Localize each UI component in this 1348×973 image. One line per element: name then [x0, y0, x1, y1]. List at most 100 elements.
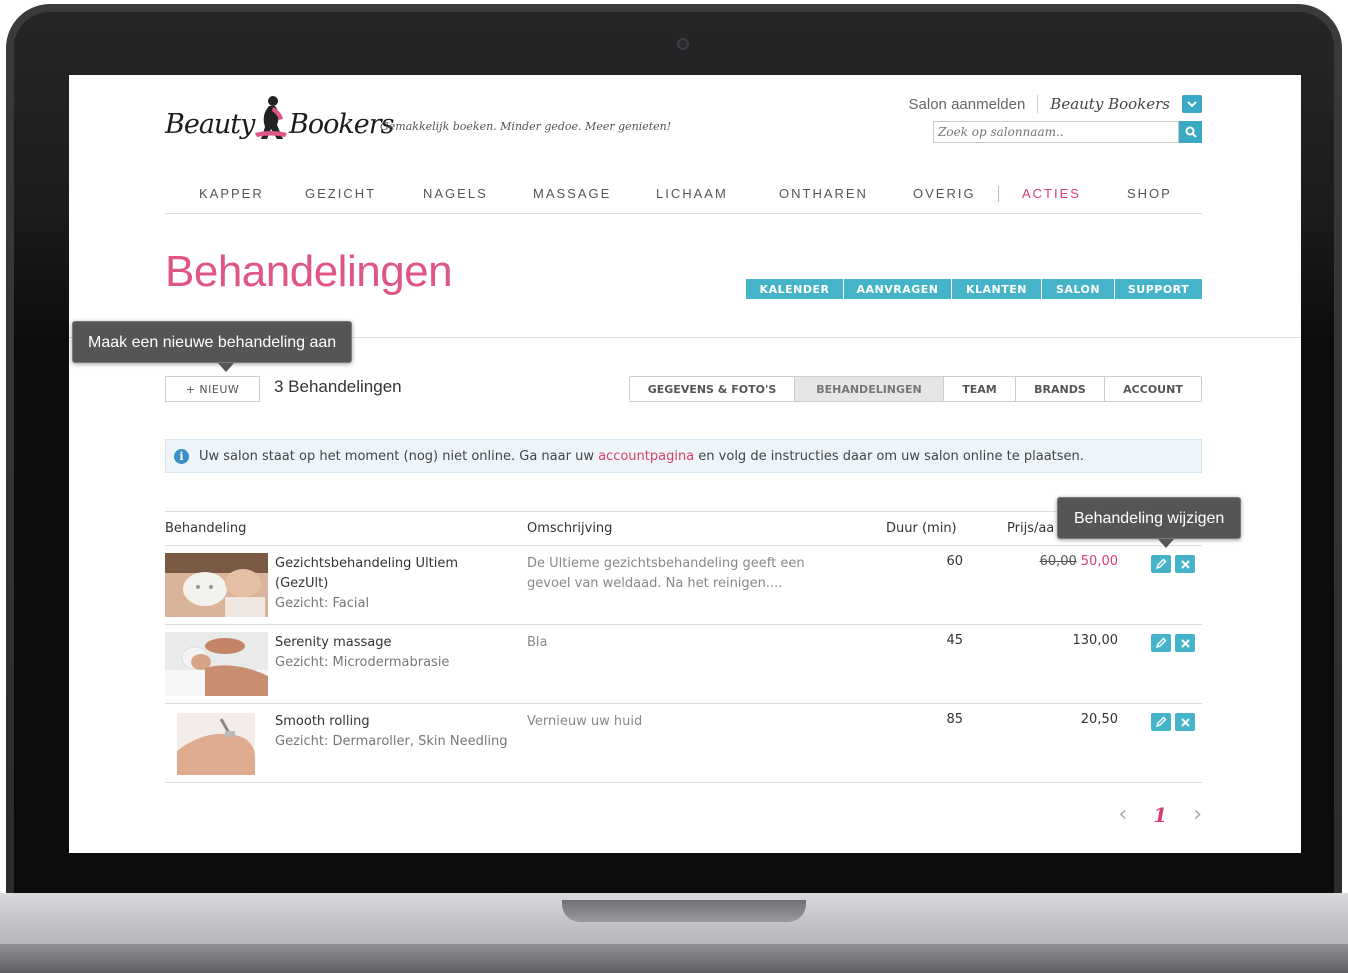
- table-header: Behandeling Omschrijving Duur (min) Prij…: [165, 511, 1202, 546]
- treatment-photo: [165, 553, 268, 617]
- treatment-name[interactable]: Gezichtsbehandeling Ultiem (GezUlt): [275, 554, 515, 594]
- delete-button[interactable]: [1175, 555, 1195, 573]
- account-page-link[interactable]: accountpagina: [598, 449, 694, 464]
- tab-klanten[interactable]: KLANTEN: [952, 279, 1042, 299]
- tooltip-arrow: [1158, 539, 1174, 548]
- row-actions: [1151, 634, 1195, 652]
- table-row: Gezichtsbehandeling Ultiem (GezUlt) Gezi…: [165, 546, 1202, 625]
- treatment-price-cell: 20,50: [1005, 712, 1118, 727]
- logo-text-right: Bookers: [289, 109, 394, 140]
- laptop-notch: [562, 900, 806, 922]
- page-number-current[interactable]: 1: [1153, 803, 1167, 827]
- table-row: Serenity massage Gezicht: Microdermabras…: [165, 625, 1202, 704]
- treatment-name[interactable]: Serenity massage: [275, 633, 515, 653]
- page-title: Behandelingen: [165, 247, 453, 296]
- tooltip-edit-treatment: Behandeling wijzigen: [1057, 497, 1242, 539]
- search-input[interactable]: [933, 121, 1179, 143]
- old-price: 60,00: [1039, 554, 1077, 569]
- laptop-base-bottom: [0, 944, 1348, 973]
- delete-button[interactable]: [1175, 634, 1195, 652]
- search-bar: [933, 121, 1202, 143]
- nav-item-overig[interactable]: OVERIG: [913, 186, 976, 201]
- search-icon: [1185, 126, 1197, 138]
- nav-divider: [998, 186, 999, 202]
- nav-item-ontharen[interactable]: ONTHAREN: [779, 186, 868, 201]
- main-nav: KAPPER GEZICHT NAGELS MASSAGE LICHAAM ON…: [165, 178, 1202, 214]
- edit-button[interactable]: [1151, 634, 1171, 652]
- info-icon: i: [174, 448, 189, 464]
- chevron-down-icon: [1187, 101, 1197, 107]
- treatment-category: Gezicht: Microdermabrasie: [275, 655, 450, 670]
- sub-tabs: GEGEVENS & FOTO'S BEHANDELINGEN TEAM BRA…: [629, 376, 1202, 402]
- nav-item-shop[interactable]: SHOP: [1127, 186, 1172, 201]
- tooltip-new-treatment: Maak een nieuwe behandeling aan: [72, 321, 353, 363]
- tab-aanvragen[interactable]: AANVRAGEN: [844, 279, 952, 299]
- logo-figure-icon: [255, 96, 287, 139]
- treatment-name-cell: Gezichtsbehandeling Ultiem (GezUlt) Gezi…: [275, 554, 515, 614]
- treatment-duration: 60: [946, 554, 963, 569]
- treatment-price-cell: 60,00 50,00: [1005, 554, 1118, 569]
- delete-button[interactable]: [1175, 713, 1195, 731]
- tab-behandelingen[interactable]: BEHANDELINGEN: [795, 377, 944, 401]
- salon-register-link[interactable]: Salon aanmelden: [909, 96, 1026, 113]
- tab-brands[interactable]: BRANDS: [1016, 377, 1105, 401]
- treatment-category: Gezicht: Facial: [275, 596, 370, 611]
- next-page-button[interactable]: ›: [1193, 802, 1202, 827]
- tool-tabs: KALENDER AANVRAGEN KLANTEN SALON SUPPORT: [746, 279, 1202, 299]
- treatment-price-cell: 130,00: [1005, 633, 1119, 648]
- screen: Beauty Bookers Gemakkelijk boeken. Minde…: [69, 75, 1301, 853]
- nav-item-lichaam[interactable]: LICHAAM: [656, 186, 728, 201]
- info-banner: i Uw salon staat op het moment (nog) nie…: [165, 439, 1202, 473]
- tab-gegevens-fotos[interactable]: GEGEVENS & FOTO'S: [630, 377, 795, 401]
- edit-button[interactable]: [1151, 555, 1171, 573]
- row-actions: [1151, 555, 1195, 573]
- logo-text-left: Beauty: [165, 109, 255, 140]
- massage-photo-icon: [165, 632, 268, 696]
- info-text-after: en volg de instructies daar om uw salon …: [694, 448, 1084, 464]
- user-name[interactable]: Beauty Bookers: [1050, 95, 1170, 113]
- tab-salon[interactable]: SALON: [1042, 279, 1115, 299]
- tooltip-arrow: [218, 363, 234, 372]
- treatment-photo: [165, 711, 268, 775]
- tab-account[interactable]: ACCOUNT: [1105, 377, 1201, 401]
- header-prijs: Prijs/aa: [1007, 521, 1055, 536]
- pagination: ‹ 1 ›: [1118, 802, 1202, 827]
- header-duur: Duur (min): [886, 521, 957, 536]
- user-dropdown-button[interactable]: [1182, 95, 1202, 113]
- treatment-photo: [165, 632, 268, 696]
- treatment-duration: 45: [946, 633, 963, 648]
- close-icon: [1180, 717, 1190, 727]
- search-button[interactable]: [1179, 121, 1202, 143]
- header-omschrijving: Omschrijving: [527, 521, 613, 536]
- tab-team[interactable]: TEAM: [944, 377, 1016, 401]
- treatment-description: Vernieuw uw huid: [527, 714, 643, 729]
- close-icon: [1180, 559, 1190, 569]
- logo[interactable]: Beauty Bookers Gemakkelijk boeken. Minde…: [165, 93, 671, 153]
- nav-item-gezicht[interactable]: GEZICHT: [305, 186, 376, 201]
- divider: [1037, 95, 1039, 113]
- edit-button[interactable]: [1151, 713, 1171, 731]
- close-icon: [1180, 638, 1190, 648]
- treatment-description: De Ultieme gezichtsbehandeling geeft een…: [527, 556, 805, 591]
- sale-price: 50,00: [1080, 554, 1118, 569]
- nav-item-nagels[interactable]: NAGELS: [423, 186, 488, 201]
- treatment-name-cell: Serenity massage Gezicht: Microdermabras…: [275, 633, 515, 673]
- pencil-icon: [1155, 716, 1167, 728]
- treatment-name[interactable]: Smooth rolling: [275, 712, 515, 732]
- new-treatment-button[interactable]: + NIEUW: [165, 376, 260, 402]
- nav-item-massage[interactable]: MASSAGE: [533, 186, 611, 201]
- price: 130,00: [1072, 633, 1119, 648]
- nav-item-kapper[interactable]: KAPPER: [199, 186, 264, 201]
- table-row: Smooth rolling Gezicht: Dermaroller, Ski…: [165, 704, 1202, 783]
- treatment-duration: 85: [946, 712, 963, 727]
- tab-support[interactable]: SUPPORT: [1115, 279, 1202, 299]
- treatment-count: 3 Behandelingen: [274, 377, 402, 396]
- header-behandeling: Behandeling: [165, 521, 247, 536]
- camera-icon: [677, 38, 689, 50]
- treatment-category: Gezicht: Dermaroller, Skin Needling: [275, 734, 508, 749]
- pencil-icon: [1155, 637, 1167, 649]
- prev-page-button[interactable]: ‹: [1118, 802, 1127, 827]
- nav-item-acties[interactable]: ACTIES: [1022, 186, 1081, 201]
- facial-photo-icon: [165, 553, 268, 617]
- tab-kalender[interactable]: KALENDER: [746, 279, 844, 299]
